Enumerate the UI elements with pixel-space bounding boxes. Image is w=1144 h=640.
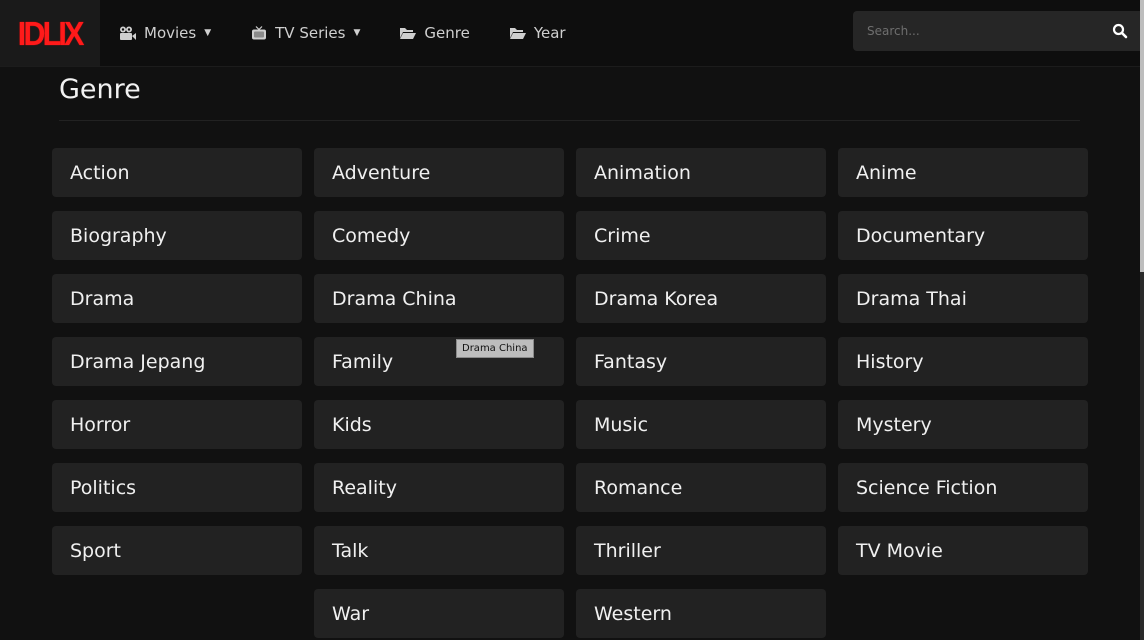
genre-western[interactable]: Western (576, 589, 826, 638)
nav-tv-series-label: TV Series (275, 24, 346, 42)
search-icon (1112, 23, 1128, 39)
genre-thriller[interactable]: Thriller (576, 526, 826, 575)
logo-link[interactable]: IDLIX (0, 0, 100, 66)
nav-tv-series[interactable]: TV Series ▼ (249, 24, 360, 42)
genre-animation[interactable]: Animation (576, 148, 826, 197)
genre-tv-movie[interactable]: TV Movie (838, 526, 1088, 575)
genre-fantasy[interactable]: Fantasy (576, 337, 826, 386)
site-logo: IDLIX (18, 14, 85, 52)
title-divider (59, 120, 1080, 121)
genre-biography[interactable]: Biography (52, 211, 302, 260)
tv-icon (249, 25, 269, 41)
genre-war[interactable]: War (314, 589, 564, 638)
top-navbar: IDLIX Movies ▼ TV Series ▼ Genre Year Se… (0, 0, 1140, 67)
genre-reality[interactable]: Reality (314, 463, 564, 512)
page-title: Genre (59, 74, 141, 105)
nav-movies[interactable]: Movies ▼ (118, 24, 211, 42)
genre-drama-korea[interactable]: Drama Korea (576, 274, 826, 323)
genre-politics[interactable]: Politics (52, 463, 302, 512)
genre-drama-jepang[interactable]: Drama Jepang (52, 337, 302, 386)
caret-down-icon: ▼ (204, 28, 212, 38)
genre-anime[interactable]: Anime (838, 148, 1088, 197)
nav-genre-label: Genre (424, 24, 470, 42)
nav-year[interactable]: Year (508, 24, 566, 42)
search-box (853, 11, 1140, 51)
genre-science-fiction[interactable]: Science Fiction (838, 463, 1088, 512)
genre-drama[interactable]: Drama (52, 274, 302, 323)
page-scrollbar[interactable] (1140, 0, 1144, 640)
nav-movies-label: Movies (144, 24, 197, 42)
hover-tooltip: Drama China (456, 339, 534, 358)
main-nav: Movies ▼ TV Series ▼ Genre Year (118, 0, 604, 66)
search-input[interactable] (865, 23, 1099, 39)
genre-history[interactable]: History (838, 337, 1088, 386)
genre-music[interactable]: Music (576, 400, 826, 449)
genre-kids[interactable]: Kids (314, 400, 564, 449)
genre-drama-china[interactable]: Drama China (314, 274, 564, 323)
scrollbar-thumb[interactable] (1140, 0, 1144, 272)
search-button[interactable] (1112, 23, 1128, 39)
folder-open-icon (398, 25, 418, 41)
caret-down-icon: ▼ (353, 28, 361, 38)
film-camera-icon (118, 25, 138, 41)
folder-open-icon (508, 25, 528, 41)
genre-crime[interactable]: Crime (576, 211, 826, 260)
genre-talk[interactable]: Talk (314, 526, 564, 575)
genre-comedy[interactable]: Comedy (314, 211, 564, 260)
nav-year-label: Year (533, 24, 566, 42)
genre-romance[interactable]: Romance (576, 463, 826, 512)
genre-horror[interactable]: Horror (52, 400, 302, 449)
genre-list: Action Adventure Animation Anime Biograp… (52, 148, 1088, 638)
genre-adventure[interactable]: Adventure (314, 148, 564, 197)
genre-action[interactable]: Action (52, 148, 302, 197)
nav-genre[interactable]: Genre (398, 24, 470, 42)
genre-drama-thai[interactable]: Drama Thai (838, 274, 1088, 323)
genre-mystery[interactable]: Mystery (838, 400, 1088, 449)
genre-documentary[interactable]: Documentary (838, 211, 1088, 260)
genre-sport[interactable]: Sport (52, 526, 302, 575)
